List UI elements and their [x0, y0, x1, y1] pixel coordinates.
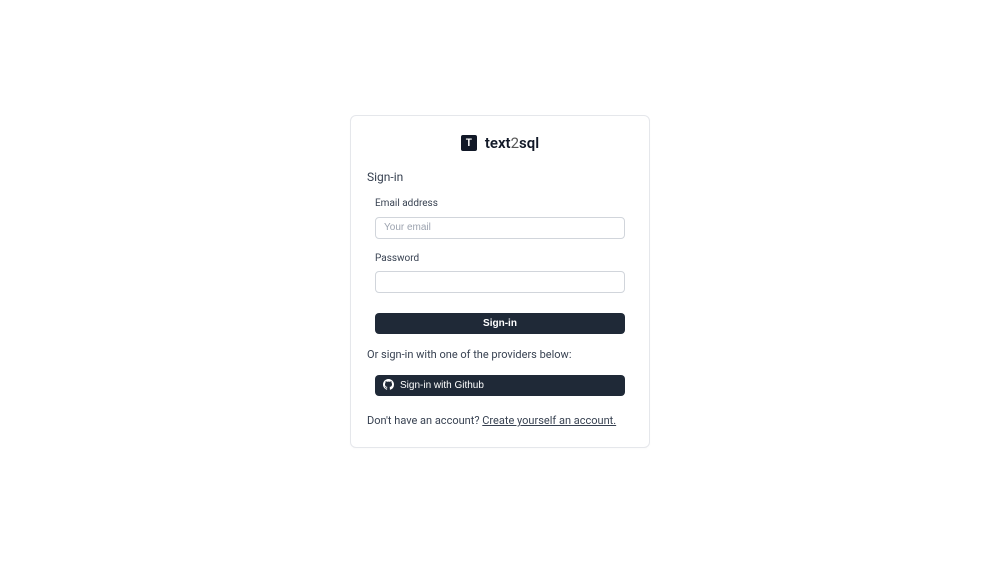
email-label: Email address [375, 198, 625, 209]
signin-form: Email address Password [367, 198, 633, 307]
create-account-link[interactable]: Create yourself an account. [482, 414, 616, 427]
email-input[interactable] [375, 217, 625, 239]
github-button-label: Sign-in with Github [400, 380, 484, 391]
provider-divider-text: Or sign-in with one of the providers bel… [367, 348, 633, 361]
password-input[interactable] [375, 271, 625, 293]
page-heading: Sign-in [367, 170, 633, 184]
github-icon [383, 379, 394, 393]
logo-text: text2sql [485, 134, 539, 152]
logo-text-part3: sql [519, 134, 539, 152]
signup-prefix: Don't have an account? [367, 414, 482, 427]
logo-badge: T [461, 135, 477, 151]
password-label: Password [375, 253, 625, 264]
signin-button[interactable]: Sign-in [375, 313, 625, 334]
logo-text-part1: text [485, 134, 511, 152]
signup-prompt: Don't have an account? Create yourself a… [367, 414, 633, 427]
logo-text-part2: 2 [511, 134, 519, 152]
signin-card: T text2sql Sign-in Email address Passwor… [350, 115, 650, 448]
github-signin-button[interactable]: Sign-in with Github [375, 375, 625, 396]
logo: T text2sql [367, 134, 633, 152]
